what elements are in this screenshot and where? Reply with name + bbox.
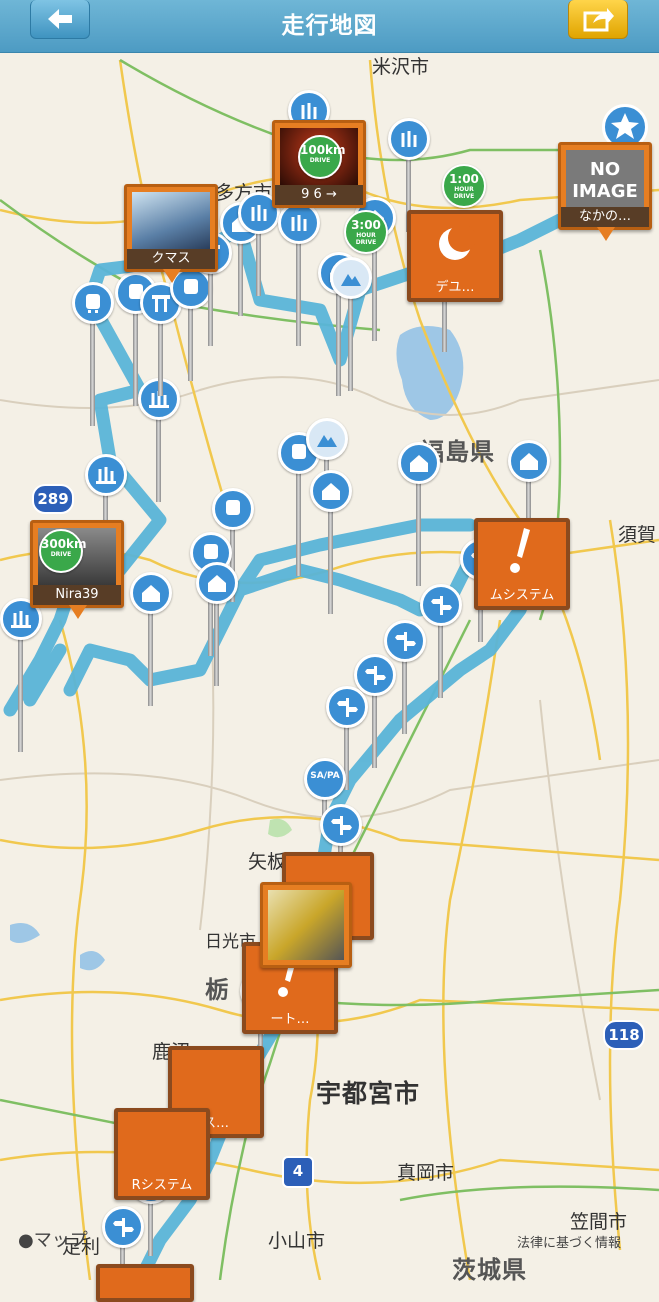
route-shield-4: 4 [282,1156,314,1188]
marker-caption: Nira39 [33,585,121,605]
train-icon [226,500,240,515]
tree-icon [401,131,417,147]
time-badge-1hour: 1:00 HOUR DRIVE [442,164,486,208]
event-marker[interactable] [96,1264,194,1302]
signpost-icon [365,666,386,685]
city-label-yaita: 矢板 [248,851,287,873]
signpost-icon [331,816,352,835]
city-label-sukagawa: 須賀 [618,524,657,546]
alert-icon [510,528,530,573]
house-icon [322,483,340,500]
mountain-icon [341,274,361,286]
event-marker-system[interactable]: ムシステム [474,518,570,610]
route-shield-289: 289 [32,484,74,514]
house-icon [520,453,538,470]
signpost-icon [113,1218,134,1237]
city-label-yonezawa: 米沢市 [372,56,430,78]
tree-icon [96,467,116,484]
event-marker-rsystem[interactable]: Rシステム [114,1108,210,1200]
distance-badge-100km: 100km DRIVE [298,135,346,179]
house-icon [142,585,160,602]
sapa-label: SA/PA [310,771,340,781]
distance-badge-300km: 300km DRIVE [39,529,87,573]
tree-icon [291,215,307,231]
tree-icon [251,205,267,221]
gate-icon [152,295,170,312]
navigation-bar: 走行地図 [0,0,659,53]
share-icon [583,8,614,32]
mountain-icon [317,435,337,447]
marker-caption: クマス [127,249,215,269]
page-title: 走行地図 [281,13,378,39]
route-map[interactable]: 米沢市 多方市 福島県 須賀 矢板 日光市 栃 宇都宮市 真岡市 小山市 笠間市… [0,52,659,1302]
marker-caption: ート… [270,1012,310,1027]
train-icon [184,279,198,294]
moon-icon [439,224,475,260]
pref-label-tochigi: 栃 [205,976,230,1004]
photo-marker-nakano[interactable]: NO IMAGE なかの… [558,142,652,241]
marker-caption: ムシステム [489,588,555,603]
time-badge-3hour: 3:00 HOUR DRIVE [344,210,388,254]
share-button[interactable] [568,0,628,39]
city-label-oyama: 小山市 [268,1230,326,1252]
legal-link[interactable]: 法律に基づく情報 [517,1232,621,1251]
signpost-icon [431,596,452,615]
maps-logo[interactable]: ●マップ [18,1226,88,1252]
marker-caption: Rシステム [131,1178,193,1193]
house-icon [410,455,428,472]
signpost-icon [337,698,358,717]
city-label-kasama: 笠間市 [570,1211,628,1233]
signpost-icon [395,632,416,651]
photo-marker-nira39[interactable]: Nira39 300km DRIVE [30,520,124,619]
city-label-moka: 真岡市 [397,1162,455,1184]
marker-caption: デユ… [435,280,475,295]
tree-icon [11,611,31,628]
city-label-utsunomiya: 宇都宮市 [316,1079,421,1108]
no-image-text: NO IMAGE [572,159,638,202]
star-icon [611,113,639,139]
route-shield-118: 118 [603,1020,645,1050]
marker-caption: 9 6 → [275,185,363,205]
marker-caption: なかの… [561,207,649,227]
photo-marker-kumas[interactable]: クマス [124,184,218,283]
event-marker-deyu[interactable]: デユ… [407,210,503,302]
photo-marker-96[interactable]: 9 6 → 100km DRIVE [272,120,366,208]
apple-logo-icon: ● [18,1230,34,1251]
photo-marker-flag[interactable] [260,882,352,968]
house-icon [208,575,226,592]
train-icon [86,294,100,313]
